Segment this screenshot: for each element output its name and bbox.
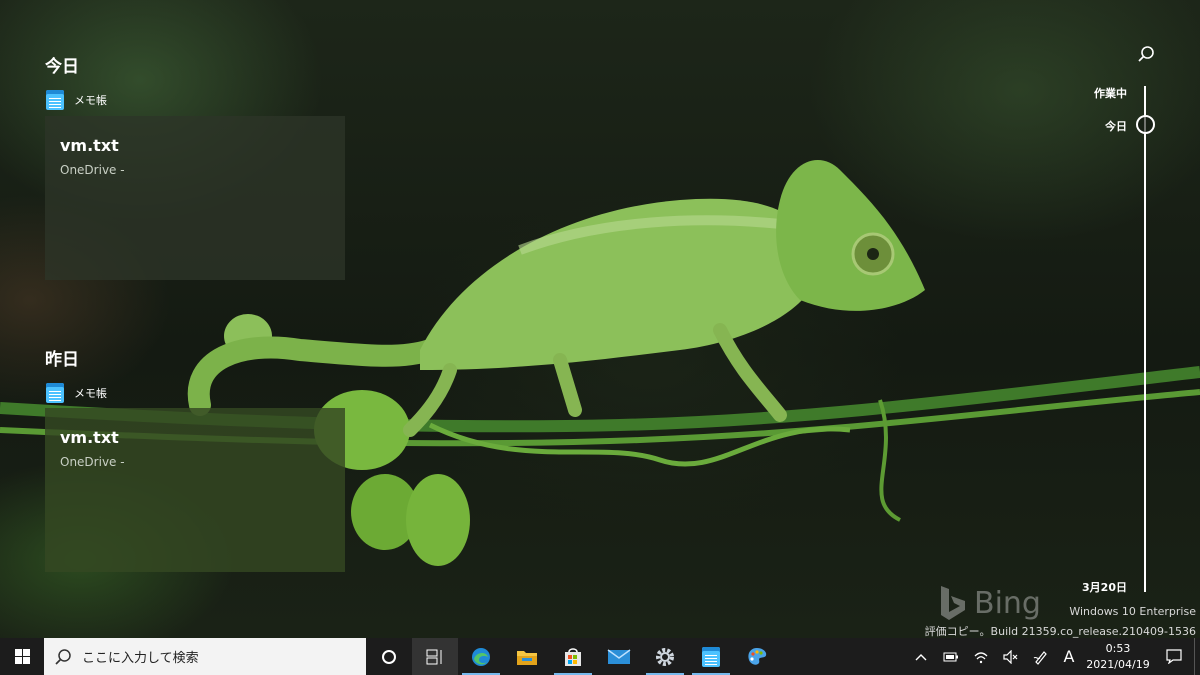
- taskbar-app-mail[interactable]: [596, 638, 642, 675]
- app-group-header: メモ帳: [46, 90, 107, 110]
- app-group-name: メモ帳: [74, 94, 107, 107]
- taskbar-app-store[interactable]: [550, 638, 596, 675]
- notification-icon: [1166, 649, 1182, 664]
- timeline-label-date[interactable]: 3月20日: [1082, 579, 1127, 595]
- volume-button[interactable]: [996, 638, 1026, 675]
- system-tray: A 0:53 2021/04/19: [906, 638, 1200, 675]
- paint-icon: [748, 647, 767, 665]
- activity-card-subtitle: OneDrive -: [60, 163, 125, 177]
- store-icon: [565, 647, 581, 666]
- activity-card[interactable]: vm.txt OneDrive -: [45, 408, 345, 572]
- ime-mode-button[interactable]: A: [1056, 638, 1082, 675]
- edge-icon: [472, 647, 490, 666]
- settings-icon: [656, 647, 674, 666]
- search-placeholder: ここに入力して検索: [82, 651, 199, 666]
- activity-card[interactable]: vm.txt OneDrive -: [45, 116, 345, 280]
- bing-logo: Bing: [938, 584, 1041, 622]
- wifi-icon: [974, 651, 988, 663]
- taskbar-app-edge[interactable]: [458, 638, 504, 675]
- notepad-icon: [702, 646, 720, 667]
- show-hidden-icons-button[interactable]: [906, 638, 936, 675]
- build-info-text: 評価コピー。Build 21359.co_release.210409-1536: [924, 625, 1196, 638]
- app-group-name: メモ帳: [74, 387, 107, 400]
- pen-icon: [1033, 650, 1047, 665]
- mail-icon: [607, 648, 631, 664]
- show-desktop-button[interactable]: [1194, 638, 1200, 675]
- taskbar-app-file-explorer[interactable]: [504, 638, 550, 675]
- clock[interactable]: 0:53 2021/04/19: [1082, 641, 1154, 673]
- network-button[interactable]: [966, 638, 996, 675]
- timeline-label-today[interactable]: 今日: [1105, 118, 1127, 134]
- battery-button[interactable]: [936, 638, 966, 675]
- action-center-button[interactable]: [1154, 638, 1194, 675]
- battery-icon: [943, 652, 958, 661]
- timeline-search-button[interactable]: [1134, 42, 1158, 66]
- notepad-icon: [46, 90, 64, 110]
- day-heading-yesterday: 昨日: [45, 350, 79, 370]
- chevron-up-icon: [915, 653, 927, 660]
- windows-logo-icon: [14, 649, 30, 664]
- bing-logo-icon: [941, 586, 965, 620]
- activity-card-title: vm.txt: [60, 136, 119, 155]
- timeline-scrollbar-thumb[interactable]: [1136, 115, 1155, 134]
- search-icon: [55, 648, 71, 665]
- file-explorer-icon: [517, 650, 537, 665]
- windows-edition-text: Windows 10 Enterprise: [1069, 605, 1196, 618]
- timeline-scrollbar-track[interactable]: [1144, 86, 1146, 592]
- taskbar: ここに入力して検索 A 0:53 2021/04/19: [0, 638, 1200, 675]
- volume-muted-icon: [1003, 649, 1018, 664]
- notepad-icon: [46, 383, 64, 403]
- activity-card-subtitle: OneDrive -: [60, 455, 125, 469]
- search-icon: [1138, 46, 1154, 62]
- cortana-icon: [382, 649, 396, 664]
- taskbar-search-box[interactable]: ここに入力して検索: [44, 638, 366, 675]
- taskbar-app-notepad[interactable]: [688, 638, 734, 675]
- start-button[interactable]: [0, 638, 44, 675]
- pen-workspace-button[interactable]: [1026, 638, 1056, 675]
- task-view-icon: [426, 649, 442, 664]
- taskbar-app-paint[interactable]: [734, 638, 780, 675]
- task-view-button[interactable]: [412, 638, 458, 675]
- cortana-button[interactable]: [366, 638, 412, 675]
- day-heading-today: 今日: [45, 57, 79, 77]
- clock-date: 2021/04/19: [1086, 657, 1150, 671]
- clock-time: 0:53: [1105, 641, 1131, 655]
- bing-wordmark: Bing: [974, 585, 1041, 621]
- app-group-header: メモ帳: [46, 383, 107, 403]
- taskbar-app-settings[interactable]: [642, 638, 688, 675]
- timeline-label-now[interactable]: 作業中: [1094, 85, 1127, 101]
- activity-card-title: vm.txt: [60, 428, 119, 447]
